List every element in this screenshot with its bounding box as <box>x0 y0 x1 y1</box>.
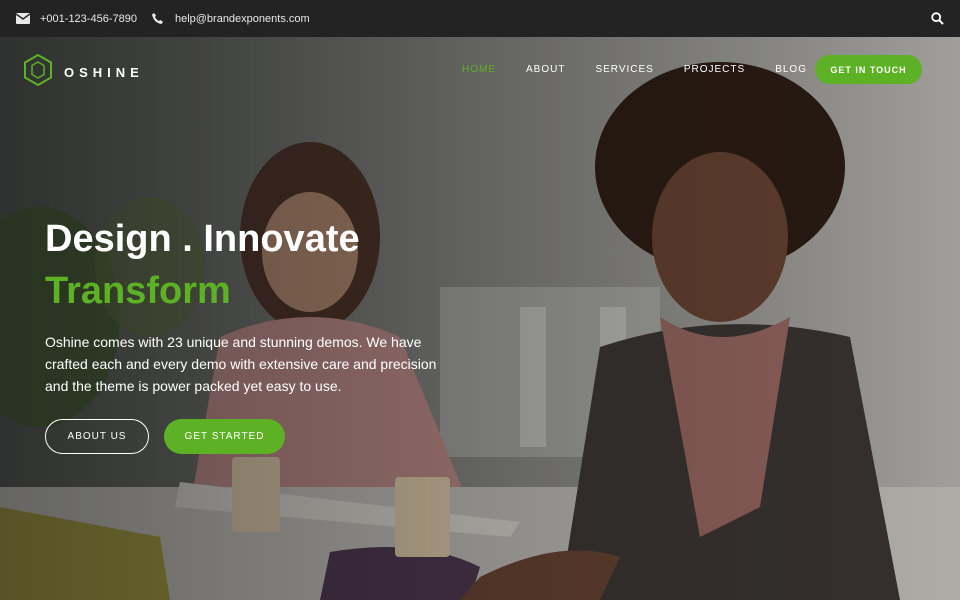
get-started-button[interactable]: GET STARTED <box>164 419 285 454</box>
hero-description: Oshine comes with 23 unique and stunning… <box>45 334 437 394</box>
hero-headline: Design . Innovate <box>45 218 360 260</box>
phone-icon <box>151 12 165 26</box>
hero-background <box>0 37 960 600</box>
nav-item-blog[interactable]: BLOG <box>775 64 807 75</box>
envelope-icon <box>16 12 30 26</box>
site-logo[interactable]: OSHINE <box>22 53 144 91</box>
logo-text: OSHINE <box>64 65 144 80</box>
hexagon-logo-icon <box>22 53 54 91</box>
main-nav: HOME ABOUT SERVICES PROJECTS BLOG <box>462 37 837 101</box>
nav-item-home[interactable]: HOME <box>462 64 496 75</box>
top-bar: +001-123-456-7890 help@brandexponents.co… <box>0 0 960 37</box>
phone-number[interactable]: +001-123-456-7890 <box>40 13 137 25</box>
nav-item-services[interactable]: SERVICES <box>595 64 653 75</box>
search-icon[interactable] <box>930 11 944 25</box>
get-in-touch-button[interactable]: GET IN TOUCH <box>815 55 922 84</box>
about-us-button[interactable]: ABOUT US <box>45 419 149 454</box>
hero-overlay <box>0 37 960 600</box>
email-address[interactable]: help@brandexponents.com <box>175 13 310 25</box>
contact-info: +001-123-456-7890 help@brandexponents.co… <box>16 12 310 26</box>
site-header: OSHINE HOME ABOUT SERVICES PROJECTS BLOG… <box>0 37 960 101</box>
nav-item-projects[interactable]: PROJECTS <box>684 64 745 75</box>
nav-item-about[interactable]: ABOUT <box>526 64 565 75</box>
hero-headline-accent: Transform <box>45 270 231 312</box>
